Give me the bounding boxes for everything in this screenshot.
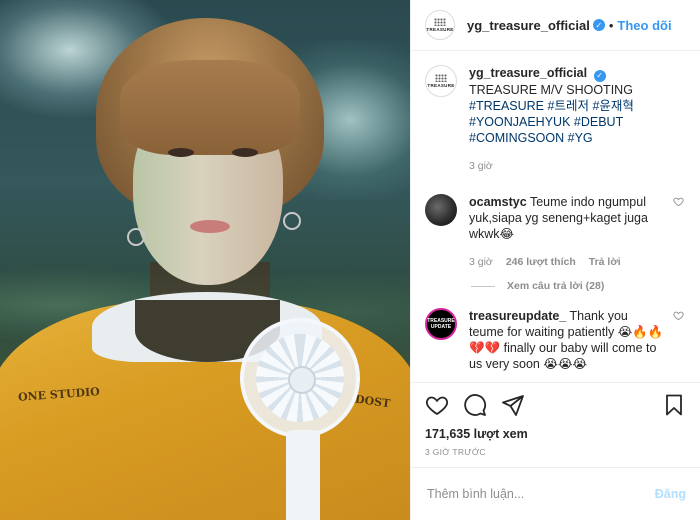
hashtag[interactable]: #YG (568, 131, 593, 145)
comment-time[interactable]: 3 giờ (469, 254, 493, 270)
post-date[interactable]: 3 GIỜ TRƯỚC (411, 441, 700, 467)
reply-button[interactable]: Trả lời (589, 254, 621, 270)
view-count[interactable]: 171,635 lượt xem (411, 427, 700, 441)
logo-dots-icon (435, 74, 447, 82)
hashtag[interactable]: #COMINGSOON (469, 131, 564, 145)
left-eye (168, 148, 194, 157)
caption: TREASURE yg_treasure_official ✓ TREASURE… (425, 65, 686, 174)
instagram-post: ONE STUDIO DOST TREASURE yg_treasure_off… (0, 0, 700, 520)
comment-input[interactable] (425, 486, 655, 502)
comment-body: treasureupdate_ Thank you teume for wait… (469, 308, 664, 372)
caption-time[interactable]: 3 giờ (469, 158, 493, 174)
comment-avatar[interactable] (425, 194, 457, 226)
lips (190, 220, 230, 233)
heart-icon[interactable] (425, 393, 449, 417)
bangs (120, 60, 300, 155)
add-comment-bar: Đăng (411, 467, 700, 520)
post-header: TREASURE yg_treasure_official ✓ • Theo d… (411, 0, 700, 51)
action-bar (411, 382, 700, 427)
right-earring (283, 212, 301, 230)
comment-meta: 3 giờ 246 lượt thích Trả lời (469, 254, 664, 270)
bookmark-icon[interactable] (662, 393, 686, 417)
verified-badge-icon: ✓ (593, 70, 606, 82)
comment-likes[interactable]: 246 lượt thích (506, 254, 576, 270)
verified-badge-icon: ✓ (592, 19, 605, 31)
right-eye (232, 148, 258, 157)
comment-item: ocamstyc Teume indo ngumpul yuk,siapa yg… (425, 194, 686, 270)
comments-list[interactable]: TREASURE yg_treasure_official ✓ TREASURE… (411, 51, 700, 382)
separator-dot: • (608, 17, 614, 33)
left-earring (127, 228, 145, 246)
avatar[interactable]: TREASURE (425, 10, 455, 40)
hashtag[interactable]: #DEBUT (574, 115, 623, 129)
comment-icon[interactable] (463, 393, 487, 417)
caption-avatar-logo-text: TREASURE (427, 83, 455, 88)
comment-like-heart-icon[interactable] (673, 310, 684, 321)
caption-text-line2: SHOOTING (566, 83, 633, 97)
handheld-fan (240, 318, 360, 438)
post-side-panel: TREASURE yg_treasure_official ✓ • Theo d… (410, 0, 700, 520)
avatar-logo-text: TREASURE (426, 27, 454, 32)
hashtag[interactable]: #윤재혁 (592, 99, 633, 113)
comment-avatar[interactable]: TREASURE UPDATE (425, 308, 457, 340)
view-replies-button[interactable]: Xem câu trả lời (28) (471, 280, 686, 292)
view-replies-label: Xem câu trả lời (28) (507, 280, 605, 292)
comment-username[interactable]: treasureupdate_ (469, 309, 566, 323)
comment-body: ocamstyc Teume indo ngumpul yuk,siapa yg… (469, 194, 664, 270)
header-username[interactable]: yg_treasure_official (467, 18, 590, 33)
caption-meta: 3 giờ (469, 158, 664, 174)
hashtag[interactable]: #트레저 (548, 99, 589, 113)
caption-text-line1: TREASURE M/V (469, 83, 563, 97)
hashtag[interactable]: #TREASURE (469, 99, 544, 113)
fan-handle (286, 430, 320, 520)
comment-item: TREASURE UPDATE treasureupdate_ Thank yo… (425, 308, 686, 372)
caption-username[interactable]: yg_treasure_official (469, 66, 587, 80)
share-icon[interactable] (501, 393, 525, 417)
hashtag[interactable]: #YOONJAEHYUK (469, 115, 570, 129)
replies-divider-line (471, 285, 495, 287)
follow-button[interactable]: Theo dõi (617, 18, 671, 33)
post-comment-button[interactable]: Đăng (655, 487, 686, 501)
caption-body: yg_treasure_official ✓ TREASURE M/V SHOO… (469, 65, 664, 174)
caption-avatar[interactable]: TREASURE (425, 65, 457, 97)
logo-dots-icon (434, 18, 446, 26)
comment-avatar-text: TREASURE UPDATE (427, 318, 455, 330)
comment-like-heart-icon[interactable] (673, 196, 684, 207)
post-media-image[interactable]: ONE STUDIO DOST (0, 0, 410, 520)
comment-username[interactable]: ocamstyc (469, 195, 527, 209)
